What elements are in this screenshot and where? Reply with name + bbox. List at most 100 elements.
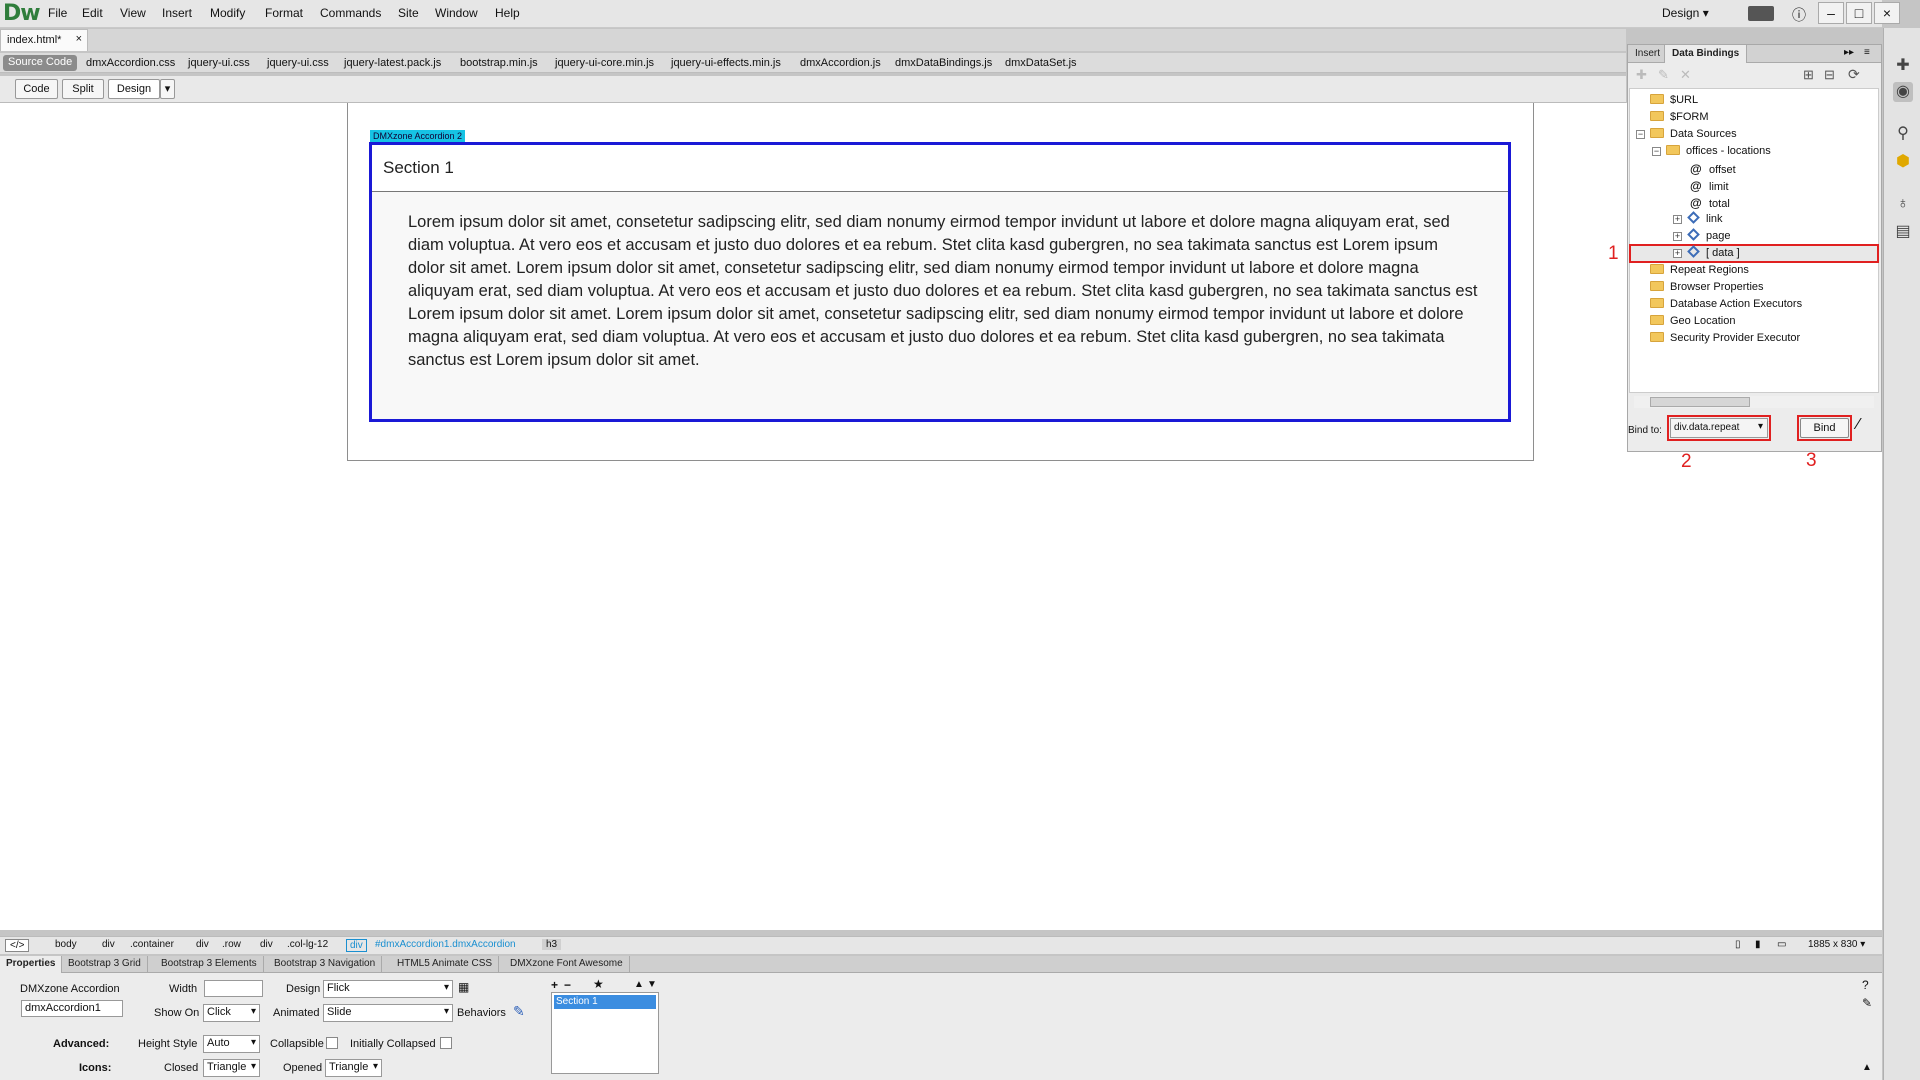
window-size-select[interactable]: 1885 x 830 ▾	[1808, 939, 1865, 950]
data-bindings-icon[interactable]: ◉	[1893, 82, 1913, 102]
tree-horizontal-scrollbar[interactable]	[1634, 396, 1874, 408]
tree-item-url[interactable]: $URL	[1650, 94, 1698, 106]
tree-item-data-sources[interactable]: − Data Sources	[1636, 128, 1737, 140]
tree-item-page[interactable]: + page	[1673, 228, 1730, 242]
tree-item-offset[interactable]: @ offset	[1690, 162, 1736, 176]
tag-div[interactable]: div	[260, 939, 273, 950]
edit-rule-icon[interactable]: ✎	[1862, 996, 1872, 1010]
menu-window[interactable]: Window	[435, 6, 478, 20]
tab-bootstrap-navigation[interactable]: Bootstrap 3 Navigation	[268, 956, 383, 973]
tree-item-geo-location[interactable]: Geo Location	[1650, 315, 1735, 327]
collapse-icon[interactable]: −	[1636, 130, 1645, 139]
tree-item-offices[interactable]: − offices - locations	[1652, 145, 1771, 157]
initially-collapsed-checkbox[interactable]	[440, 1037, 452, 1049]
opened-icon-select[interactable]: Triangle	[325, 1059, 382, 1077]
menu-commands[interactable]: Commands	[320, 6, 381, 20]
tab-html5-animate[interactable]: HTML5 Animate CSS	[391, 956, 500, 973]
remove-section-icon[interactable]: −	[564, 978, 571, 992]
tag-div-selected[interactable]: div	[346, 939, 367, 952]
menu-modify[interactable]: Modify	[210, 6, 245, 20]
accordion[interactable]: Section 1 Lorem ipsum dolor sit amet, co…	[369, 142, 1511, 422]
panel-expand-icon[interactable]: ▸▸	[1844, 47, 1854, 58]
show-on-select[interactable]: Click	[203, 1004, 260, 1022]
workspace-switcher[interactable]: Design ▾	[1662, 6, 1709, 20]
snippets-icon[interactable]: ▤	[1893, 222, 1913, 242]
related-file[interactable]: jquery-latest.pack.js	[344, 57, 441, 69]
related-file[interactable]: jquery-ui-effects.min.js	[671, 57, 781, 69]
split-view-button[interactable]: Split	[62, 79, 104, 99]
height-style-select[interactable]: Auto	[203, 1035, 260, 1053]
scrollbar-thumb[interactable]	[1650, 397, 1750, 407]
menu-view[interactable]: View	[120, 6, 146, 20]
tag-container[interactable]: .container	[130, 939, 174, 950]
menu-format[interactable]: Format	[265, 6, 303, 20]
add-section-icon[interactable]: +	[551, 978, 558, 992]
tag-h3[interactable]: h3	[542, 939, 562, 950]
accordion-section-header[interactable]: Section 1	[372, 145, 1508, 192]
mobile-size-icon[interactable]: ▯	[1735, 939, 1741, 950]
section-list-item[interactable]: Section 1	[554, 995, 656, 1009]
code-toggle-button[interactable]: </>	[5, 939, 30, 952]
related-file[interactable]: jquery-ui-core.min.js	[555, 57, 654, 69]
default-section-icon[interactable]: ★	[593, 977, 604, 991]
related-file[interactable]: dmxDataBindings.js	[895, 57, 992, 69]
tab-bootstrap-grid[interactable]: Bootstrap 3 Grid	[62, 956, 148, 973]
document-tab[interactable]: index.html* ×	[0, 29, 88, 51]
insert-panel-icon[interactable]: ✚	[1893, 56, 1913, 76]
help-icon[interactable]: ?	[1862, 978, 1869, 992]
collapsible-checkbox[interactable]	[326, 1037, 338, 1049]
accordion-element-label[interactable]: DMXzone Accordion 2	[370, 130, 466, 142]
tree-item-form[interactable]: $FORM	[1650, 111, 1709, 123]
tag-body[interactable]: body	[55, 939, 77, 950]
tab-data-bindings[interactable]: Data Bindings	[1664, 45, 1748, 63]
collapse-inspector-icon[interactable]: ▲	[1862, 1062, 1872, 1073]
tree-item-data[interactable]: +[ data ]	[1673, 245, 1740, 259]
expand-icon[interactable]: +	[1673, 232, 1682, 241]
site-map-icon[interactable]: ♁	[1893, 194, 1913, 214]
view-dropdown-button[interactable]: ▾	[160, 79, 175, 99]
assets-icon[interactable]: ⬢	[1893, 152, 1913, 172]
source-code-button[interactable]: Source Code	[3, 55, 78, 71]
tab-insert[interactable]: Insert	[1628, 45, 1667, 63]
move-up-icon[interactable]: ▲	[634, 979, 644, 990]
add-binding-icon[interactable]: ✚	[1636, 67, 1647, 83]
behaviors-icon[interactable]: ✎	[513, 1003, 525, 1020]
close-window-button[interactable]: ×	[1874, 2, 1900, 24]
bind-button[interactable]: Bind	[1800, 418, 1849, 438]
edit-binding-icon[interactable]: ✎	[1658, 67, 1669, 83]
close-tab-icon[interactable]: ×	[76, 33, 82, 45]
related-file[interactable]: dmxAccordion.css	[86, 57, 175, 69]
design-grid-icon[interactable]: ▦	[458, 980, 472, 994]
menu-site[interactable]: Site	[398, 6, 419, 20]
refresh-icon[interactable]: ⟳	[1848, 66, 1860, 83]
tree-item-security-provider[interactable]: Security Provider Executor	[1650, 332, 1800, 344]
expand-all-icon[interactable]: ⊞	[1803, 67, 1814, 83]
tab-properties[interactable]: Properties	[0, 956, 63, 973]
expand-icon[interactable]: +	[1673, 215, 1682, 224]
maximize-button[interactable]: □	[1846, 2, 1872, 24]
width-input[interactable]	[204, 980, 263, 997]
tag-div[interactable]: div	[102, 939, 115, 950]
expand-icon[interactable]: +	[1673, 249, 1682, 258]
related-file[interactable]: dmxAccordion.js	[800, 57, 881, 69]
menu-file[interactable]: File	[48, 6, 67, 20]
design-view-button[interactable]: Design	[108, 79, 160, 99]
menu-help[interactable]: Help	[495, 6, 520, 20]
related-file[interactable]: dmxDataSet.js	[1005, 57, 1077, 69]
collapse-icon[interactable]: −	[1652, 147, 1661, 156]
tab-font-awesome[interactable]: DMXzone Font Awesome	[504, 956, 630, 973]
related-file[interactable]: bootstrap.min.js	[460, 57, 538, 69]
help-icon[interactable]: ⓘ	[1792, 5, 1806, 25]
panel-menu-icon[interactable]: ≡	[1864, 47, 1870, 58]
code-view-button[interactable]: Code	[15, 79, 58, 99]
move-down-icon[interactable]: ▼	[647, 979, 657, 990]
tag-div[interactable]: div	[196, 939, 209, 950]
delete-binding-icon[interactable]: ✕	[1680, 67, 1691, 83]
design-select[interactable]: Flick	[323, 980, 453, 998]
closed-icon-select[interactable]: Triangle	[203, 1059, 260, 1077]
related-file[interactable]: jquery-ui.css	[188, 57, 250, 69]
tree-item-limit[interactable]: @ limit	[1690, 179, 1729, 193]
inspect-icon[interactable]: ⚲	[1893, 124, 1913, 144]
tree-item-total[interactable]: @ total	[1690, 196, 1730, 210]
sync-settings-icon[interactable]	[1748, 6, 1774, 21]
